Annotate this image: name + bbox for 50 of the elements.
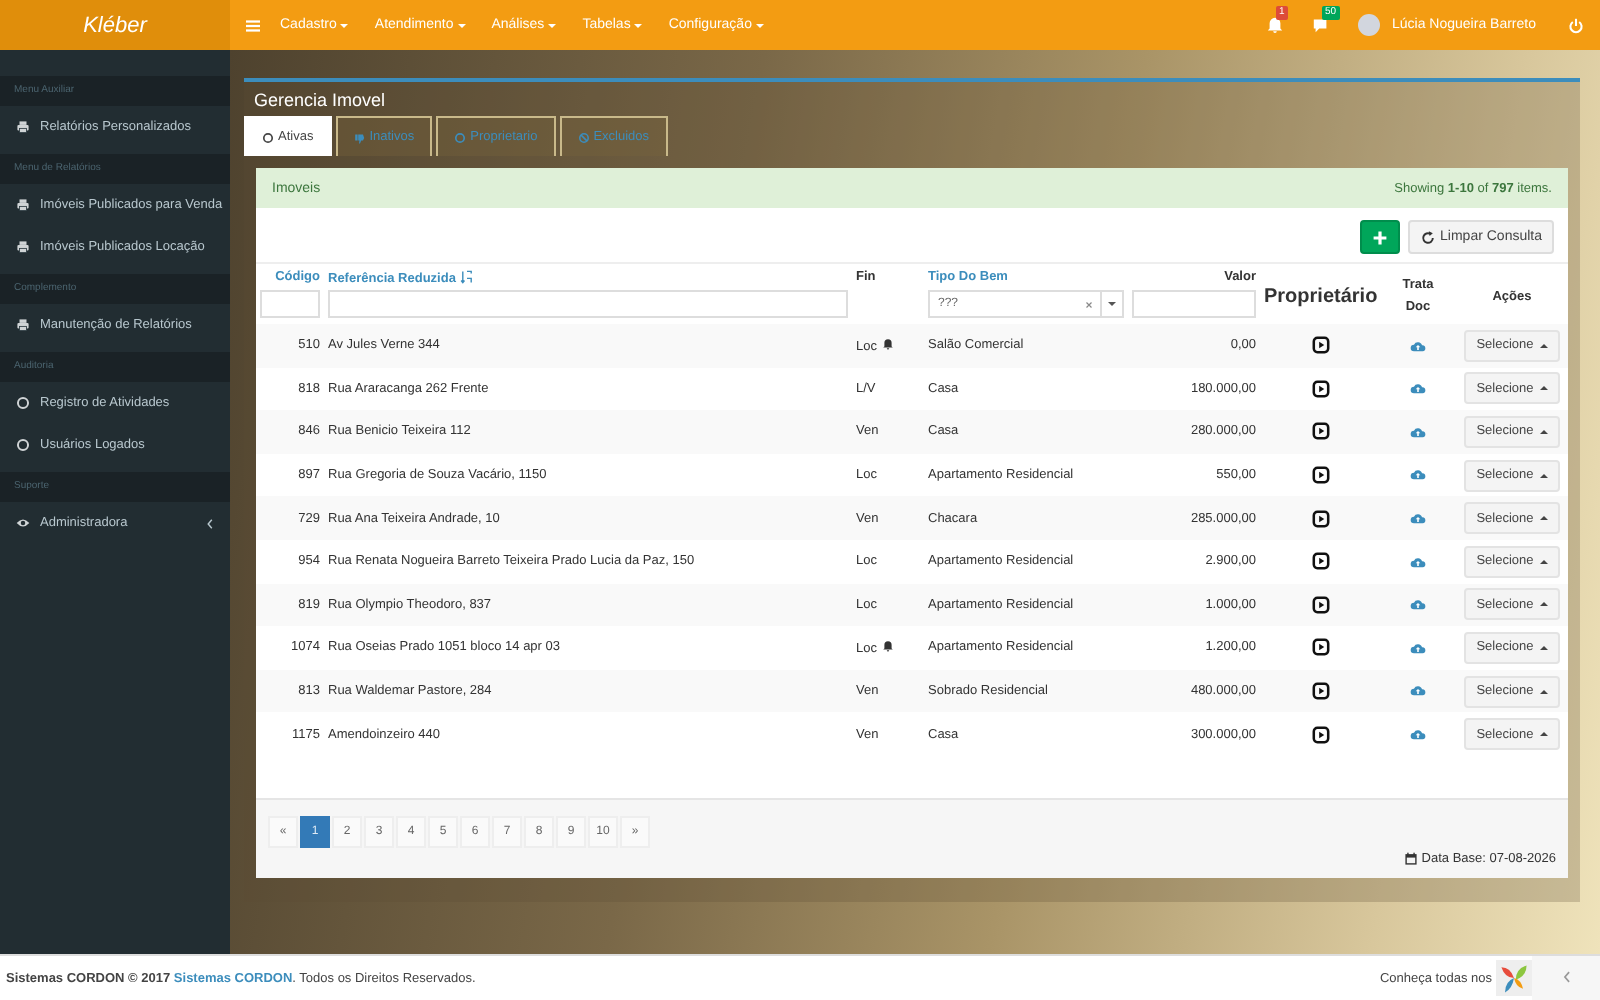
printer-icon — [16, 318, 30, 332]
play-icon[interactable] — [1311, 552, 1329, 571]
cloud-upload-icon[interactable] — [1410, 727, 1426, 740]
play-icon[interactable] — [1311, 466, 1329, 485]
column-header: Proprietário — [1264, 286, 1378, 308]
power-icon[interactable] — [1568, 17, 1584, 33]
filter-field[interactable] — [328, 290, 848, 318]
thumbs-down-icon — [353, 131, 366, 143]
cloud-upload-icon[interactable] — [1410, 641, 1426, 654]
play-icon[interactable] — [1311, 725, 1329, 744]
cloud-upload-icon[interactable] — [1410, 555, 1426, 568]
play-icon[interactable] — [1311, 638, 1329, 657]
chevron-icon — [206, 517, 214, 529]
cloud-upload-icon[interactable] — [1410, 425, 1426, 438]
plus-icon — [1372, 229, 1389, 245]
circle-icon — [16, 438, 30, 452]
bell-icon — [882, 338, 895, 351]
refresh-icon — [1420, 229, 1437, 245]
filter-field[interactable] — [1132, 290, 1256, 318]
eye-icon — [16, 516, 30, 530]
circle-icon — [16, 396, 30, 410]
menu-icon[interactable] — [246, 19, 260, 31]
cloud-upload-icon[interactable] — [1410, 382, 1426, 395]
play-icon[interactable] — [1311, 595, 1329, 614]
cloud-upload-icon[interactable] — [1410, 468, 1426, 481]
clear-icon[interactable] — [1084, 299, 1094, 309]
play-icon[interactable] — [1311, 336, 1329, 355]
circle-icon — [262, 131, 274, 143]
play-icon[interactable] — [1311, 422, 1329, 441]
cloud-upload-icon[interactable] — [1410, 339, 1426, 352]
cloud-upload-icon[interactable] — [1410, 684, 1426, 697]
circle-icon — [454, 131, 467, 143]
bell-icon — [882, 640, 895, 653]
printer-icon — [16, 198, 30, 212]
cloud-upload-icon[interactable] — [1410, 511, 1426, 524]
filter-field[interactable] — [260, 290, 320, 318]
play-icon[interactable] — [1311, 682, 1329, 701]
cloud-upload-icon[interactable] — [1410, 598, 1426, 611]
ban-icon — [577, 131, 590, 143]
play-icon[interactable] — [1311, 379, 1329, 398]
sort-icon[interactable] — [459, 270, 474, 284]
chat-icon[interactable] — [1312, 16, 1330, 34]
printer-icon — [16, 120, 30, 134]
page-title: Gerencia Imovel — [252, 88, 388, 114]
chevron-icon — [1561, 970, 1571, 984]
add-button[interactable] — [1360, 220, 1401, 254]
printer-icon — [16, 240, 30, 254]
calendar-icon — [1403, 852, 1418, 866]
play-icon[interactable] — [1311, 509, 1329, 528]
leaf-logo-icon[interactable] — [1496, 960, 1532, 996]
